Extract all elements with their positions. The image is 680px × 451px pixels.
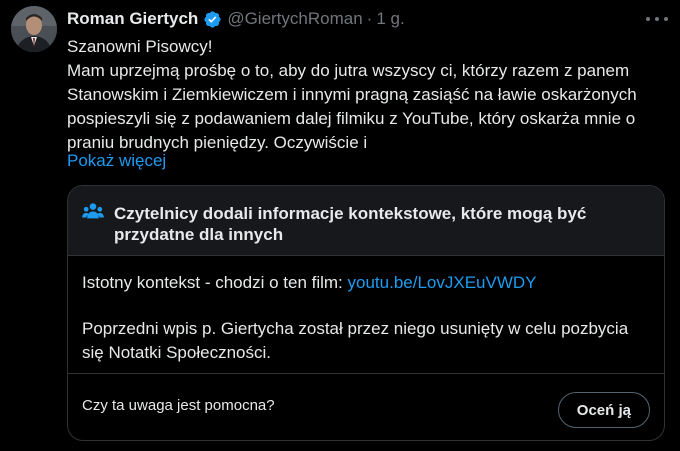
- community-note: Czytelnicy dodali informacje kontekstowe…: [67, 185, 665, 441]
- people-icon: [82, 203, 104, 219]
- community-note-footer: Czy ta uwaga jest pomocna? Oceń ją: [68, 373, 664, 440]
- tweet-line: Szanowni Pisowcy!: [67, 37, 213, 56]
- avatar[interactable]: [11, 6, 57, 52]
- note-paragraph: Poprzedni wpis p. Giertycha został przez…: [82, 317, 657, 365]
- show-more-link[interactable]: Pokaż więcej: [67, 149, 166, 173]
- community-note-header: Czytelnicy dodali informacje kontekstowe…: [68, 186, 664, 256]
- context-link[interactable]: youtu.be/LovJXEuVWDY: [348, 273, 537, 292]
- note-line: się Notatki Społeczności.: [82, 343, 271, 362]
- rate-it-button[interactable]: Oceń ją: [557, 392, 650, 428]
- separator-dot: ·: [366, 9, 373, 28]
- timestamp[interactable]: 1 g.: [376, 9, 404, 29]
- note-line: Poprzedni wpis p. Giertycha został przez…: [82, 319, 629, 338]
- tweet-line: Mam uprzejmą prośbę o to, aby do jutra w…: [67, 61, 630, 80]
- tweet-line: Stanowskim i Ziemkiewiczem i innymi prag…: [67, 85, 637, 104]
- author-name[interactable]: Roman Giertych: [67, 9, 198, 29]
- tweet-line: pospieszyli się z podawaniem dalej filmi…: [67, 109, 636, 128]
- helpful-question: Czy ta uwaga jest pomocna?: [82, 397, 275, 414]
- author-handle[interactable]: @GiertychRoman: [227, 9, 362, 29]
- community-note-title: Czytelnicy dodali informacje kontekstowe…: [114, 204, 587, 244]
- community-note-body: Istotny kontekst - chodzi o ten film: yo…: [82, 271, 657, 362]
- context-paragraph: Istotny kontekst - chodzi o ten film: yo…: [82, 271, 657, 295]
- tweet-text: Szanowni Pisowcy! Mam uprzejmą prośbę o …: [67, 35, 672, 155]
- more-options-icon[interactable]: [646, 10, 668, 28]
- tweet-header: Roman Giertych @GiertychRoman · 1 g.: [67, 8, 405, 30]
- verified-badge-icon: [204, 10, 221, 28]
- context-prefix: Istotny kontekst - chodzi o ten film:: [82, 273, 348, 292]
